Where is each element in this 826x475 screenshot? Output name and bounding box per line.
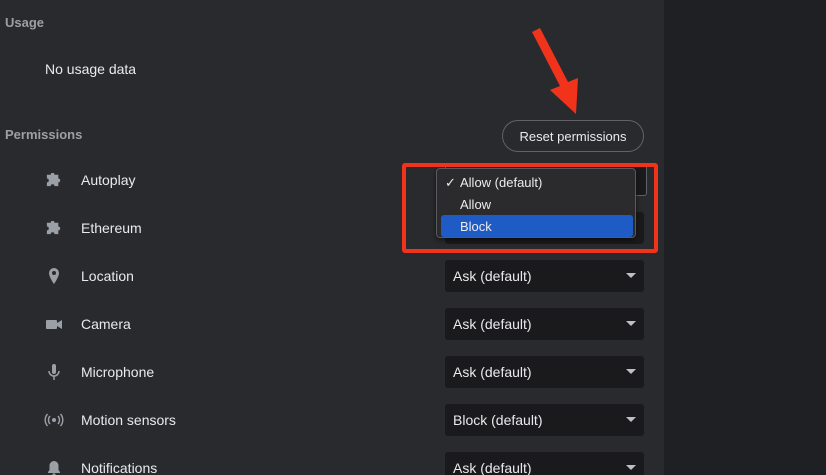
select-value: Ask (default) <box>453 364 532 380</box>
camera-select[interactable]: Ask (default) <box>445 308 644 340</box>
permission-row-location: Location Ask (default) <box>0 260 664 292</box>
usage-status-text: No usage data <box>45 61 137 77</box>
microphone-select[interactable]: Ask (default) <box>445 356 644 388</box>
permission-row-motion-sensors: Motion sensors Block (default) <box>0 404 664 436</box>
caret-down-icon <box>626 417 636 422</box>
highlight-annotation-box <box>402 163 658 253</box>
select-value: Ask (default) <box>453 268 532 284</box>
reset-permissions-button[interactable]: Reset permissions <box>502 120 644 152</box>
camera-icon <box>44 315 64 333</box>
location-pin-icon <box>44 267 64 285</box>
puzzle-icon <box>44 219 64 237</box>
permission-label: Notifications <box>81 460 158 475</box>
caret-down-icon <box>626 321 636 326</box>
motion-sensors-icon <box>44 411 64 429</box>
permission-label: Camera <box>81 316 131 332</box>
permission-label: Motion sensors <box>81 412 176 428</box>
select-value: Block (default) <box>453 412 543 428</box>
site-settings-panel: Usage No usage data Permissions Reset pe… <box>0 0 664 475</box>
bell-icon <box>44 459 64 475</box>
usage-heading: Usage <box>5 15 45 30</box>
select-value: Ask (default) <box>453 316 532 332</box>
annotation-arrow-icon <box>532 28 578 114</box>
permission-label: Autoplay <box>81 172 136 188</box>
location-select[interactable]: Ask (default) <box>445 260 644 292</box>
permission-row-camera: Camera Ask (default) <box>0 308 664 340</box>
notifications-select[interactable]: Ask (default) <box>445 452 644 475</box>
caret-down-icon <box>626 273 636 278</box>
permission-row-microphone: Microphone Ask (default) <box>0 356 664 388</box>
caret-down-icon <box>626 465 636 470</box>
microphone-icon <box>44 363 64 381</box>
permission-label: Ethereum <box>81 220 142 236</box>
select-value: Ask (default) <box>453 460 532 475</box>
permissions-heading: Permissions <box>5 127 83 142</box>
permission-row-notifications: Notifications Ask (default) <box>0 452 664 475</box>
motion-sensors-select[interactable]: Block (default) <box>445 404 644 436</box>
permission-label: Microphone <box>81 364 155 380</box>
side-background-pane <box>664 0 826 475</box>
caret-down-icon <box>626 369 636 374</box>
puzzle-icon <box>44 171 64 189</box>
permission-label: Location <box>81 268 134 284</box>
